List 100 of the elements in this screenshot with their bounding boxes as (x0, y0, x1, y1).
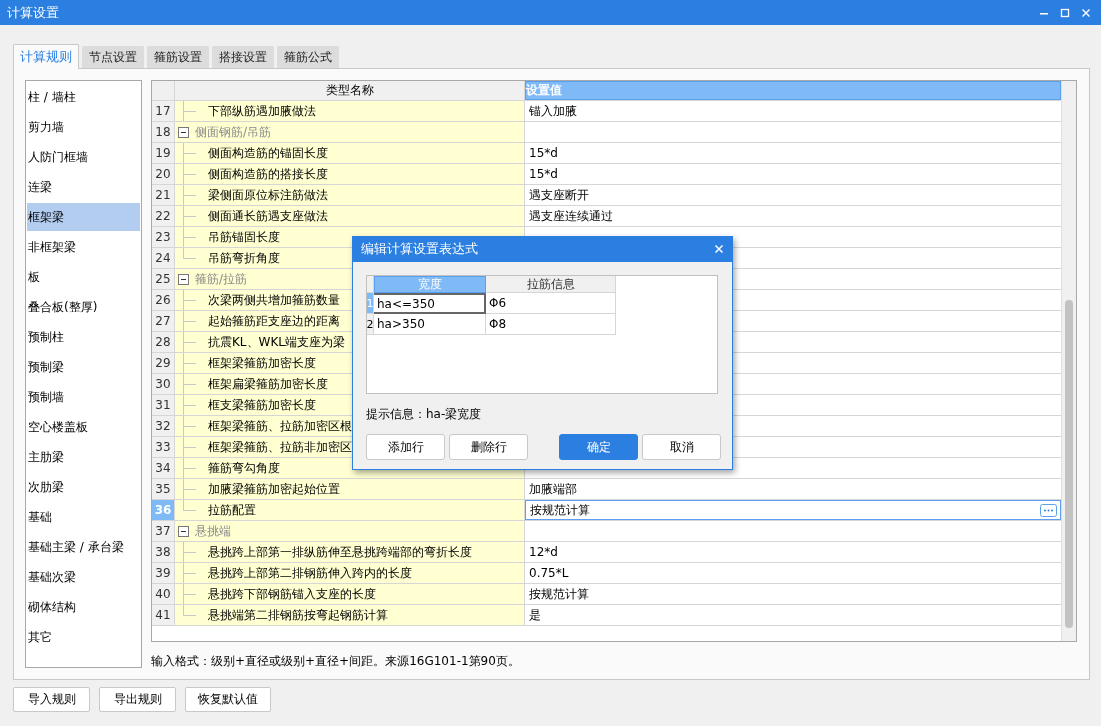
tab[interactable]: 搭接设置 (212, 46, 274, 68)
sidebar-item[interactable]: 预制柱 (27, 323, 140, 351)
hint-text: 提示信息：ha-梁宽度 (366, 406, 483, 423)
row-number: 19 (152, 143, 175, 163)
sidebar-item[interactable]: 叠合板(整厚) (27, 293, 140, 321)
tab[interactable]: 计算规则 (13, 44, 79, 69)
row-number: 31 (152, 395, 175, 415)
tree-line (183, 374, 196, 394)
cell-text: 抗震KL、WKL端支座为梁 (208, 333, 345, 351)
table-cell: Φ8 (486, 314, 616, 335)
sidebar-item[interactable]: 剪力墙 (27, 113, 140, 141)
row-number: 30 (152, 374, 175, 394)
tree-line (183, 416, 196, 436)
collapse-icon[interactable] (178, 126, 189, 138)
sidebar-item[interactable]: 其它 (27, 623, 140, 651)
tab[interactable]: 节点设置 (82, 46, 144, 68)
tree-line (183, 458, 196, 478)
table-cell-text: 15*d (528, 166, 559, 183)
table-corner (367, 276, 374, 293)
cell-text: 悬挑端第二排钢筋按弯起钢筋计算 (208, 606, 388, 624)
sidebar-item[interactable]: 非框架梁 (27, 233, 140, 261)
group-label: 侧面钢筋/吊筋 (195, 123, 272, 141)
sidebar-item[interactable]: 框架梁 (27, 203, 140, 231)
tree-line (183, 437, 196, 457)
row-number: 27 (152, 311, 175, 331)
row-number: 25 (152, 269, 175, 289)
row-number: 28 (152, 332, 175, 352)
tree-line (183, 164, 196, 184)
scrollbar[interactable] (1061, 81, 1076, 641)
cell-text: 加腋梁箍筋加密起始位置 (208, 480, 340, 498)
confirm-button[interactable]: 确定 (559, 434, 638, 460)
sidebar-item[interactable]: 预制梁 (27, 353, 140, 381)
collapse-icon[interactable] (178, 273, 189, 285)
row-number: 21 (152, 185, 175, 205)
row-number: 24 (152, 248, 175, 268)
button[interactable]: 添加行 (366, 434, 445, 460)
row-number: 38 (152, 542, 175, 562)
button[interactable]: 删除行 (449, 434, 528, 460)
collapse-icon[interactable] (178, 525, 189, 537)
sidebar-item[interactable]: 连梁 (27, 173, 140, 201)
sidebar-item[interactable]: 板 (27, 263, 140, 291)
row-number: 39 (152, 563, 175, 583)
row-number: 17 (152, 101, 175, 121)
sidebar-item[interactable]: 主肋梁 (27, 443, 140, 471)
row-number: 32 (152, 416, 175, 436)
sidebar-item[interactable]: 基础主梁 / 承台梁 (27, 533, 140, 561)
sidebar-item[interactable]: 砌体结构 (27, 593, 140, 621)
button[interactable]: 导出规则 (99, 687, 176, 712)
tree-line (183, 353, 196, 373)
cell-text: 拉筋配置 (208, 501, 256, 519)
row-number: 22 (152, 206, 175, 226)
row-number: 20 (152, 164, 175, 184)
tree-line (183, 290, 196, 310)
button[interactable]: 导入规则 (13, 687, 90, 712)
tab[interactable]: 箍筋公式 (277, 46, 339, 68)
table-cell-text: 锚入加腋 (528, 102, 578, 120)
input-field[interactable]: ha<=350 (374, 293, 486, 314)
cell-text: 框架梁箍筋、拉筋加密区根 (208, 417, 352, 435)
sidebar-item[interactable]: 预制墙 (27, 383, 140, 411)
cell-text: 悬挑跨上部第二排钢筋伸入跨内的长度 (208, 564, 412, 582)
cell-text: 侧面构造筋的锚固长度 (208, 144, 328, 162)
row-number: 1 (367, 293, 374, 314)
button[interactable]: 恢复默认值 (185, 687, 271, 712)
sidebar-item[interactable]: 基础次梁 (27, 563, 140, 591)
close-icon[interactable] (714, 244, 724, 254)
tree-line (183, 395, 196, 415)
row-number: 34 (152, 458, 175, 478)
cell-text: 框架梁箍筋加密长度 (208, 354, 316, 372)
row-number: 18 (152, 122, 175, 142)
cell-text: 框架扁梁箍筋加密长度 (208, 375, 328, 393)
row-number: 36 (152, 500, 175, 520)
button[interactable]: 取消 (642, 434, 721, 460)
tab[interactable]: 箍筋设置 (147, 46, 209, 68)
dialog-title: 编辑计算设置表达式 (361, 240, 478, 258)
cell-text: 吊筋锚固长度 (208, 228, 280, 246)
hint-text: 输入格式：级别+直径或级别+直径+间距。来源16G101-1第90页。 (151, 653, 521, 670)
table-cell-text: 按规范计算 (528, 585, 590, 603)
sidebar-item[interactable]: 基础 (27, 503, 140, 531)
row-number: 40 (152, 584, 175, 604)
table-cell-text: 12*d (528, 544, 559, 561)
row-number: 37 (152, 521, 175, 541)
table-cell-text: 遇支座断开 (528, 186, 590, 204)
cell-text: 侧面通长筋遇支座做法 (208, 207, 328, 225)
column-header[interactable]: 拉筋信息 (486, 276, 616, 293)
sidebar-item[interactable]: 柱 / 墙柱 (27, 83, 140, 111)
row-number: 35 (152, 479, 175, 499)
table-cell-text: 遇支座连续通过 (528, 207, 614, 225)
sidebar-item[interactable]: 空心楼盖板 (27, 413, 140, 441)
cell-text: 按规范计算 (530, 501, 590, 519)
cell-text: 吊筋弯折角度 (208, 249, 280, 267)
tree-line (183, 563, 196, 583)
cell-text: 悬挑跨下部钢筋锚入支座的长度 (208, 585, 376, 603)
table-cell: Φ6 (486, 293, 616, 314)
ellipsis-button[interactable] (1040, 503, 1057, 517)
table-cell-text: 0.75*L (528, 565, 570, 582)
sidebar-item[interactable]: 人防门框墙 (27, 143, 140, 171)
sidebar-item[interactable]: 次肋梁 (27, 473, 140, 501)
cell-text: 悬挑跨上部第一排纵筋伸至悬挑跨端部的弯折长度 (208, 543, 472, 561)
row-number: 2 (367, 314, 374, 335)
cell-text: 框支梁箍筋加密长度 (208, 396, 316, 414)
